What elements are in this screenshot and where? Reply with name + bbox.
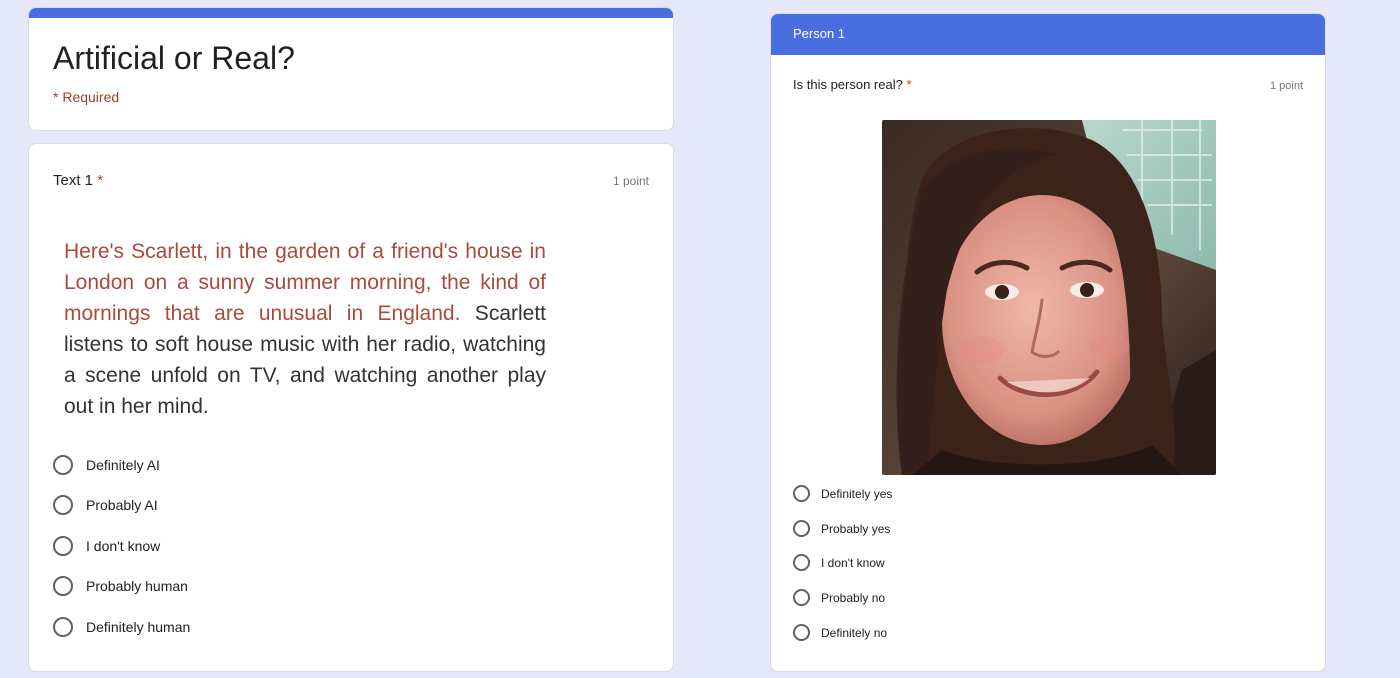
option-definitely-ai[interactable]: Definitely AI — [53, 455, 160, 475]
radio-button[interactable] — [53, 455, 73, 475]
text-question-card: Text 1 * 1 point Here's Scarlett, in the… — [28, 143, 674, 672]
option-label: I don't know — [86, 538, 161, 554]
radio-button[interactable] — [793, 554, 810, 571]
form-title: Artificial or Real? — [53, 40, 295, 76]
radio-button[interactable] — [793, 520, 810, 537]
radio-button[interactable] — [793, 589, 810, 606]
question-title-text: Text 1 — [53, 172, 94, 189]
option-dont-know[interactable]: I don't know — [53, 536, 160, 556]
option-probably-ai[interactable]: Probably AI — [53, 495, 158, 515]
option-probably-human[interactable]: Probably human — [53, 576, 188, 596]
option-label: Definitely no — [821, 625, 888, 640]
required-asterisk: * — [906, 77, 912, 92]
required-note: * Required — [53, 89, 120, 105]
option-definitely-yes[interactable]: Definitely yes — [793, 485, 892, 502]
option-dont-know[interactable]: I don't know — [793, 554, 885, 571]
question-title: Text 1 * — [53, 172, 103, 189]
radio-button[interactable] — [53, 536, 73, 556]
question-points: 1 point — [1269, 80, 1303, 92]
option-label: Definitely AI — [86, 457, 160, 473]
radio-button[interactable] — [793, 485, 810, 502]
option-label: Probably AI — [86, 497, 158, 513]
option-label: Definitely yes — [821, 486, 893, 501]
form-title-card: Artificial or Real? * Required — [28, 7, 674, 131]
radio-button[interactable] — [53, 617, 73, 637]
question-title: Is this person real? * — [793, 77, 912, 92]
radio-button[interactable] — [53, 495, 73, 515]
option-probably-no[interactable]: Probably no — [793, 589, 885, 606]
option-label: I don't know — [821, 555, 885, 570]
option-definitely-human[interactable]: Definitely human — [53, 617, 190, 637]
section-header: Person 1 — [771, 14, 1325, 55]
option-label: Probably yes — [821, 521, 891, 536]
option-label: Probably no — [821, 590, 886, 605]
question-points: 1 point — [612, 174, 649, 188]
radio-button[interactable] — [793, 624, 810, 641]
form-accent-bar — [29, 8, 673, 18]
person-question-card: Person 1 Is this person real? * 1 point — [770, 13, 1326, 672]
option-label: Probably human — [86, 578, 188, 594]
option-definitely-no[interactable]: Definitely no — [793, 624, 887, 641]
option-probably-yes[interactable]: Probably yes — [793, 520, 890, 537]
passage-text: Here's Scarlett, in the garden of a frie… — [64, 236, 546, 422]
radio-button[interactable] — [53, 576, 73, 596]
question-title-text: Is this person real? — [793, 77, 903, 92]
portrait-image — [882, 120, 1216, 475]
option-label: Definitely human — [86, 619, 191, 635]
required-asterisk: * — [97, 172, 104, 189]
